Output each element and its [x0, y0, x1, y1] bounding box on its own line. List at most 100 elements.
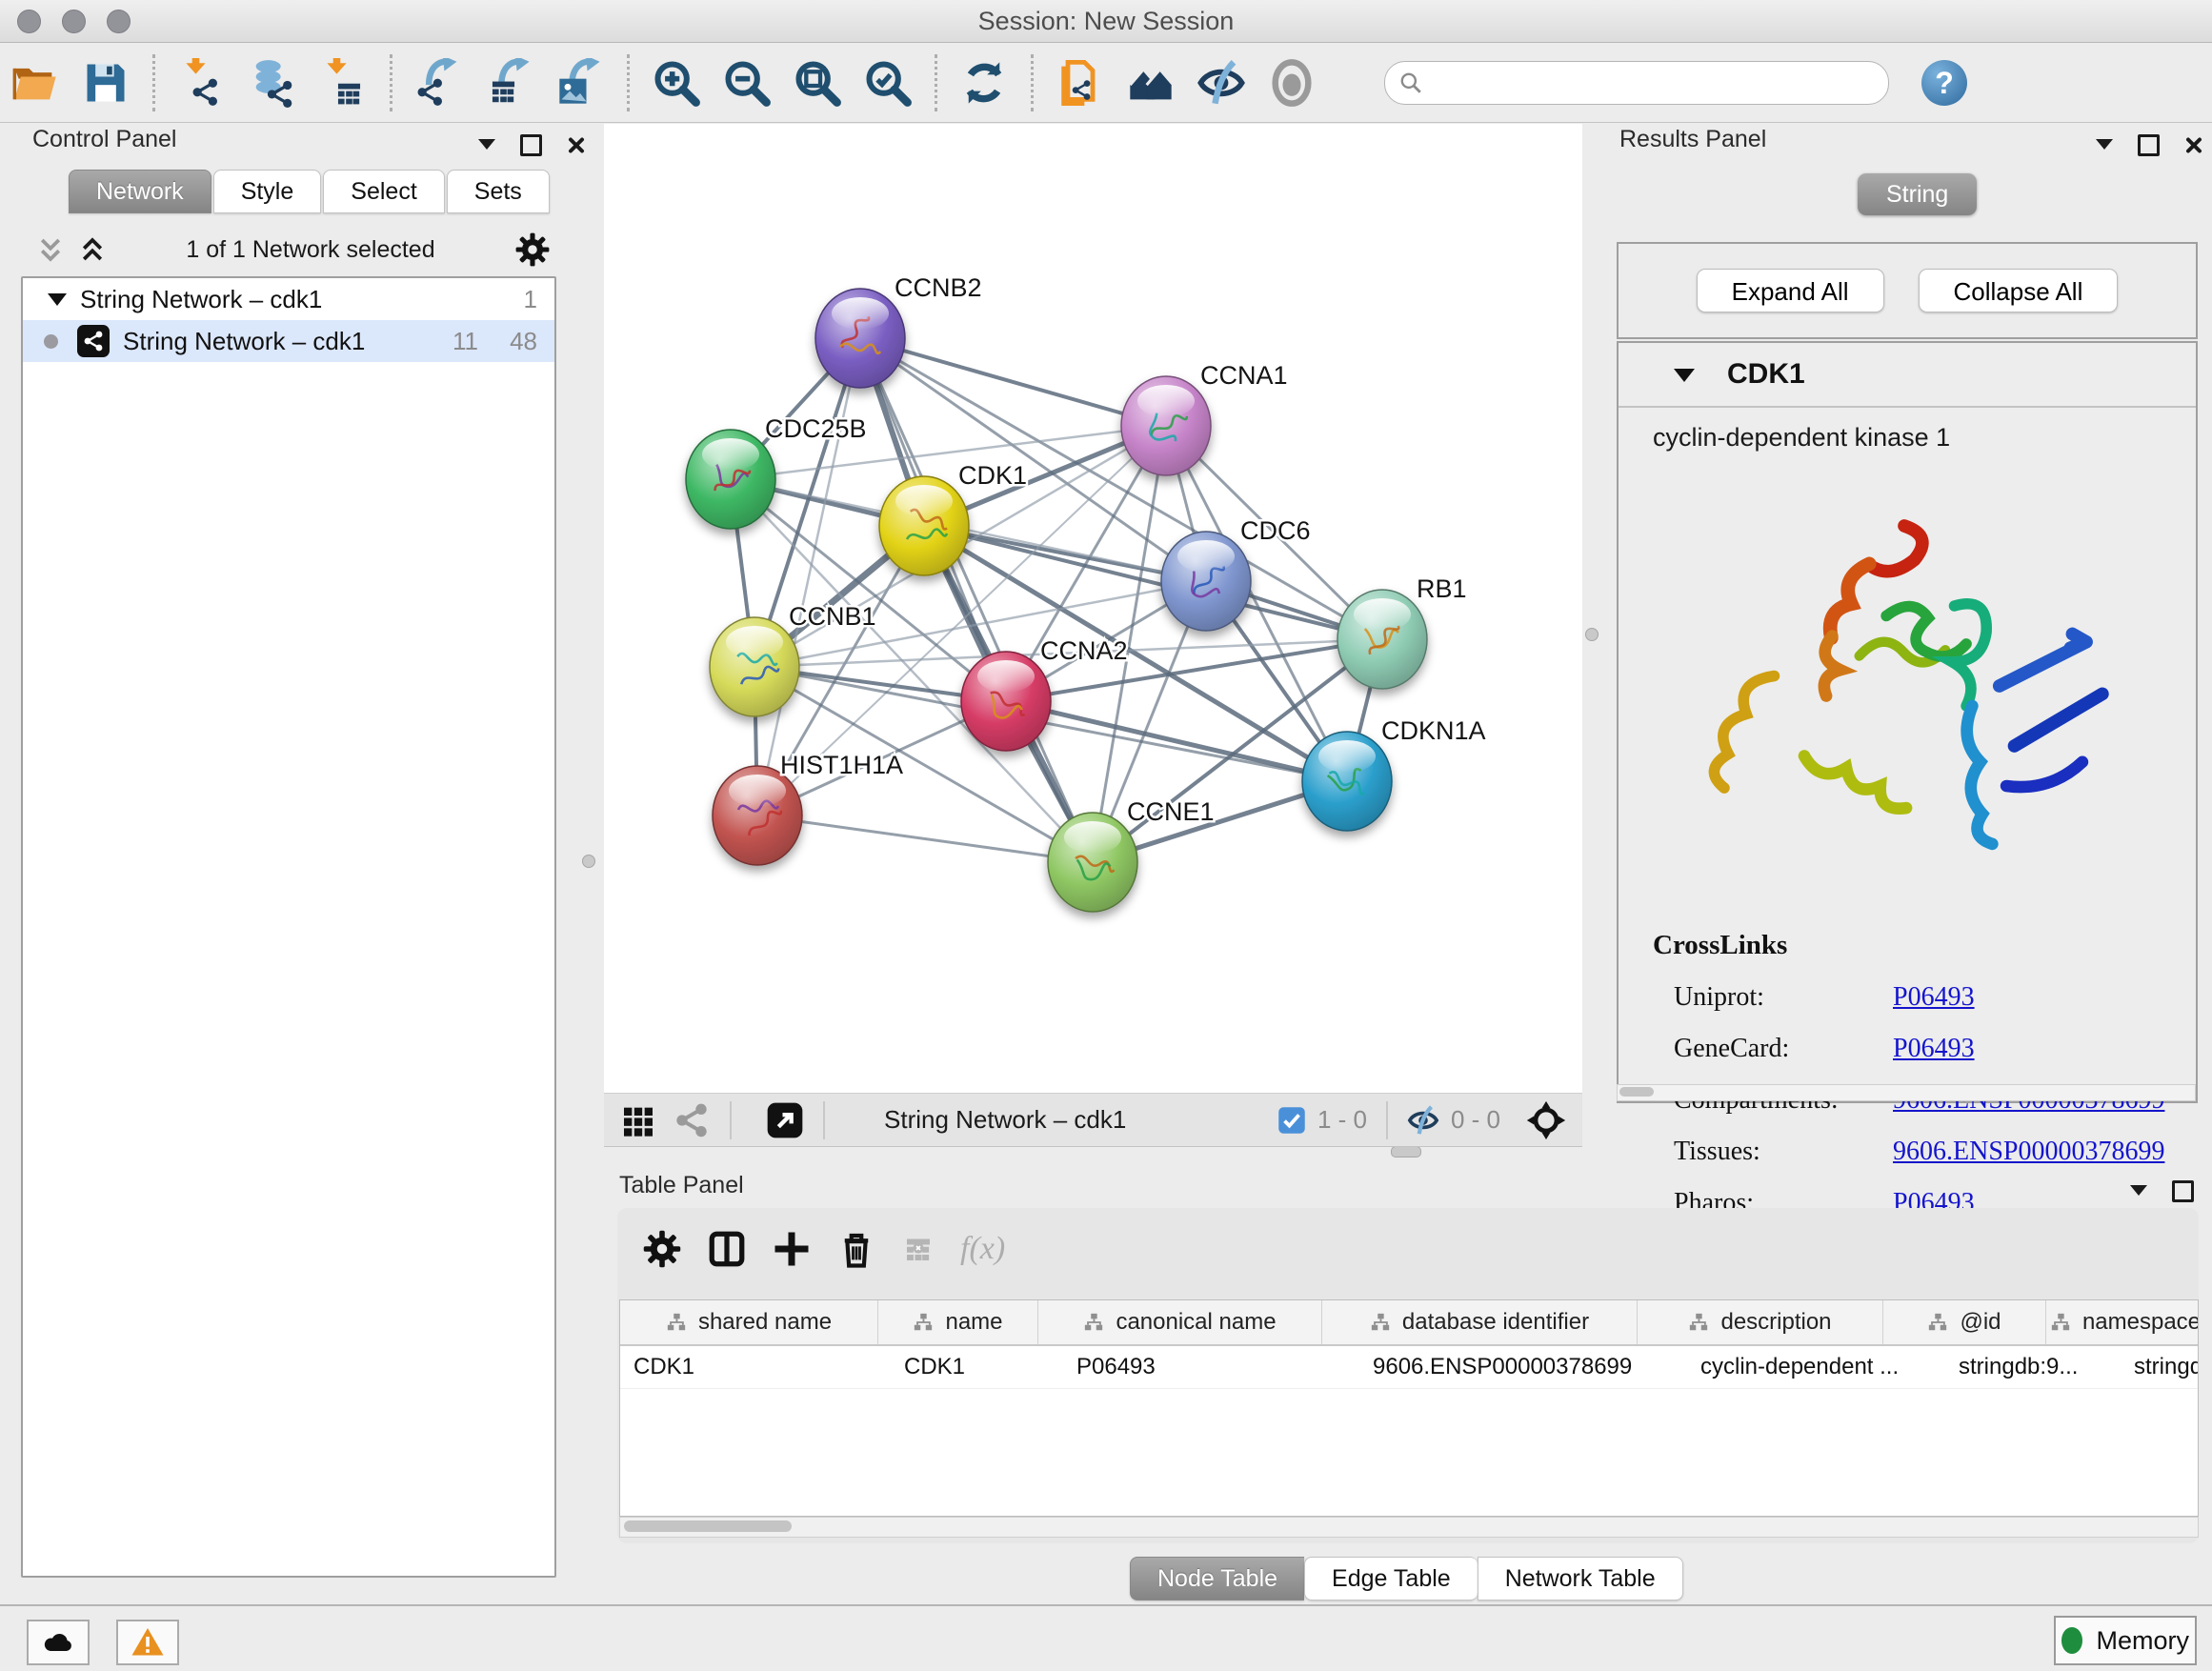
table-cell[interactable]: 9606.ENSP00000378699 — [1359, 1346, 1687, 1388]
import-network-database-button[interactable] — [243, 53, 302, 112]
help-button[interactable]: ? — [1921, 60, 1967, 106]
network-canvas[interactable]: CCNB2CCNA1CDC25BCDK1CDC6RB1CCNB1CCNA2CDK… — [604, 124, 1582, 1093]
network-edge-count: 48 — [510, 327, 537, 356]
column-header-database-identifier[interactable]: database identifier — [1322, 1300, 1638, 1344]
zoom-selected-button[interactable] — [858, 53, 917, 112]
expand-all-button[interactable]: Expand All — [1697, 269, 1884, 312]
column-header-shared-name[interactable]: shared name — [620, 1300, 878, 1344]
horizontal-splitter-handle[interactable] — [1391, 1146, 1421, 1158]
panel-menu-icon[interactable] — [2130, 1185, 2147, 1204]
tab-select[interactable]: Select — [323, 170, 444, 213]
export-network-button[interactable] — [410, 53, 469, 112]
save-session-button[interactable] — [76, 53, 135, 112]
export-table-button[interactable] — [480, 53, 539, 112]
network-options-gear-icon[interactable] — [514, 232, 551, 268]
right-splitter-handle[interactable] — [1585, 628, 1599, 641]
network-node-CDKN1A[interactable]: CDKN1A — [1302, 716, 1486, 831]
network-node-CCNB2[interactable]: CCNB2 — [815, 273, 982, 388]
tab-sets[interactable]: Sets — [447, 170, 550, 213]
open-session-button[interactable] — [6, 53, 65, 112]
panel-float-icon[interactable] — [520, 134, 542, 156]
network-graph[interactable]: CCNB2CCNA1CDC25BCDK1CDC6RB1CCNB1CCNA2CDK… — [604, 124, 1582, 1093]
refresh-button[interactable] — [955, 53, 1014, 112]
hide-selected-button[interactable] — [1192, 53, 1251, 112]
table-scrollbar[interactable] — [619, 1517, 2199, 1538]
crosslink-link[interactable]: P06493 — [1893, 1034, 1975, 1064]
results-scrollbar-thumb[interactable] — [1619, 1087, 1654, 1097]
network-collection-row[interactable]: String Network – cdk1 1 — [23, 278, 554, 320]
table-cell[interactable]: stringdb — [2121, 1346, 2199, 1388]
fit-crosshair-icon[interactable] — [1525, 1099, 1567, 1141]
panel-float-icon[interactable] — [2172, 1180, 2194, 1202]
tab-network-table[interactable]: Network Table — [1478, 1557, 1683, 1601]
table-cell[interactable]: CDK1 — [891, 1346, 1063, 1388]
show-eye-button[interactable] — [1262, 53, 1321, 112]
network-node-CCNB1[interactable]: CCNB1 — [710, 602, 876, 716]
table-cell[interactable]: stringdb:9... — [1945, 1346, 2121, 1388]
expand-all-icon[interactable] — [78, 235, 107, 264]
tab-edge-table[interactable]: Edge Table — [1304, 1557, 1478, 1601]
network-edge[interactable] — [860, 338, 1166, 426]
network-node-CDC25B[interactable]: CDC25B — [686, 414, 867, 529]
delete-column-icon[interactable] — [836, 1229, 876, 1269]
network-node-CCNA1[interactable]: CCNA1 — [1121, 361, 1288, 475]
open-in-new-icon[interactable] — [766, 1101, 804, 1139]
panel-menu-icon[interactable] — [478, 139, 495, 158]
table-cell[interactable]: P06493 — [1063, 1346, 1359, 1388]
add-column-icon[interactable] — [772, 1229, 812, 1269]
network-row-selected[interactable]: String Network – cdk1 11 48 — [23, 320, 554, 362]
table-cell[interactable]: cyclin-dependent ... — [1687, 1346, 1945, 1388]
column-header-@id[interactable]: @id — [1883, 1300, 2046, 1344]
column-header-description[interactable]: description — [1638, 1300, 1883, 1344]
grid-view-icon[interactable] — [619, 1101, 657, 1139]
results-scrollbar[interactable] — [1617, 1084, 2196, 1101]
panel-menu-icon[interactable] — [2096, 139, 2113, 158]
export-image-button[interactable] — [551, 53, 610, 112]
search-input[interactable] — [1433, 69, 1875, 97]
panel-close-icon[interactable] — [2184, 136, 2202, 153]
collapse-section-icon[interactable] — [1674, 369, 1695, 393]
table-row[interactable]: CDK1CDK1P064939606.ENSP00000378699cyclin… — [620, 1346, 2198, 1389]
network-edge[interactable] — [1006, 701, 1347, 781]
column-header-canonical-name[interactable]: canonical name — [1038, 1300, 1322, 1344]
import-table-button[interactable] — [313, 53, 372, 112]
column-header-namespace[interactable]: namespace — [2046, 1300, 2199, 1344]
show-columns-icon[interactable] — [707, 1229, 747, 1269]
network-view-icon[interactable] — [673, 1101, 711, 1139]
tab-style[interactable]: Style — [213, 170, 322, 213]
table-gear-icon[interactable] — [642, 1229, 682, 1269]
panel-close-icon[interactable] — [567, 136, 584, 153]
network-edge[interactable] — [860, 338, 1093, 862]
collapse-all-icon[interactable] — [36, 235, 65, 264]
session-home-button[interactable] — [1121, 53, 1180, 112]
control-panel-window-buttons — [478, 131, 584, 158]
clone-network-button[interactable] — [1051, 53, 1110, 112]
hidden-eye-slash-icon[interactable] — [1407, 1104, 1439, 1137]
zoom-fit-button[interactable] — [788, 53, 847, 112]
network-edge[interactable] — [757, 815, 1093, 862]
collapse-all-button[interactable]: Collapse All — [1919, 269, 2119, 312]
table-cell[interactable]: CDK1 — [620, 1346, 891, 1388]
network-node-CDC6[interactable]: CDC6 — [1161, 516, 1311, 631]
warnings-button[interactable] — [116, 1620, 179, 1665]
network-node-CDK1[interactable]: CDK1 — [879, 461, 1027, 575]
panel-float-icon[interactable] — [2138, 134, 2160, 156]
selected-checkbox-icon[interactable] — [1277, 1106, 1306, 1135]
crosslink-link[interactable]: P06493 — [1893, 982, 1975, 1013]
memory-button[interactable]: Memory — [2054, 1616, 2197, 1665]
tab-node-table[interactable]: Node Table — [1130, 1557, 1304, 1601]
zoom-out-button[interactable] — [717, 53, 776, 112]
network-edge[interactable] — [757, 338, 860, 815]
tab-string[interactable]: String — [1858, 173, 1977, 215]
import-network-file-button[interactable] — [172, 53, 231, 112]
zoom-in-button[interactable] — [647, 53, 706, 112]
left-splitter-handle[interactable] — [582, 855, 595, 868]
node-details-header[interactable]: CDK1 — [1619, 343, 2196, 408]
network-node-HIST1H1A[interactable]: HIST1H1A — [713, 751, 903, 865]
tree-expand-icon[interactable] — [48, 293, 67, 315]
tab-network[interactable]: Network — [69, 170, 211, 213]
table-scrollbar-thumb[interactable] — [624, 1520, 792, 1532]
network-node-RB1[interactable]: RB1 — [1337, 574, 1467, 689]
cloud-status-button[interactable] — [27, 1620, 90, 1665]
column-header-name[interactable]: name — [878, 1300, 1038, 1344]
